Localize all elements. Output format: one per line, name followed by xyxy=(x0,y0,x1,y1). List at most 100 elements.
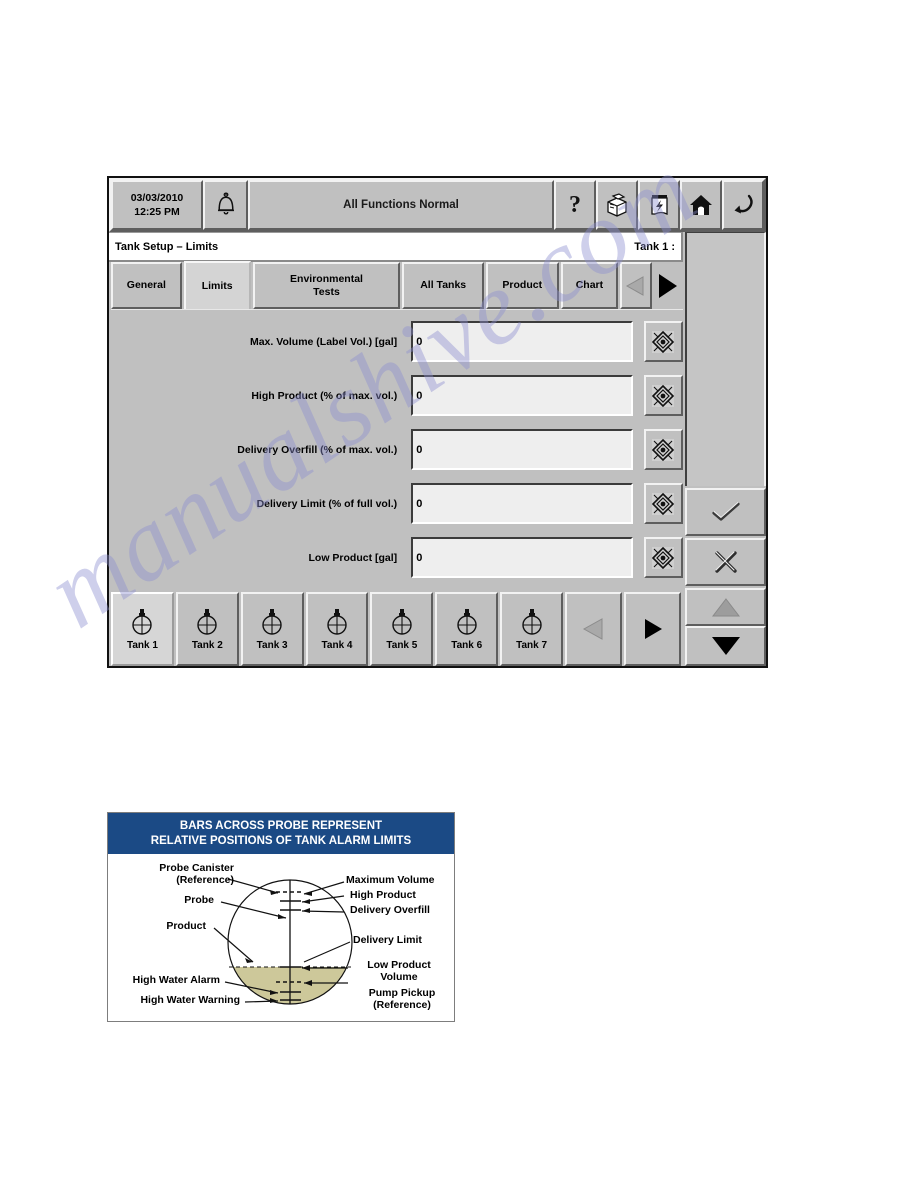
figure-label-low-product-volume-line2: Volume xyxy=(380,970,418,983)
figure-label-product: Product xyxy=(114,920,206,933)
figure-label-probe-canister-line1: Probe Canister xyxy=(159,862,234,874)
label-max-volume: Max. Volume (Label Vol.) [gal] xyxy=(249,335,398,348)
keypad-button-max-volume[interactable] xyxy=(643,321,683,362)
keypad-icon xyxy=(652,492,675,515)
figure-label-delivery-overfill: Delivery Overfill xyxy=(350,904,430,917)
tank-prev-button[interactable] xyxy=(565,592,622,666)
accept-button[interactable] xyxy=(685,488,766,536)
tank-icon xyxy=(197,608,217,635)
field-row-delivery-limit: Delivery Limit (% of full vol.) 0 xyxy=(111,481,683,526)
keypad-button-delivery-overfill[interactable] xyxy=(643,429,683,470)
tank-button-5-label: Tank 5 xyxy=(386,639,418,651)
figure-label-low-product-volume-line1: Low Product xyxy=(367,959,431,971)
help-button[interactable]: ? xyxy=(554,180,596,230)
date-text: 03/03/2010 xyxy=(130,191,184,204)
triangle-left-icon xyxy=(626,275,644,296)
page-title: Tank Setup – Limits xyxy=(115,240,219,253)
input-max-volume[interactable]: 0 xyxy=(411,321,633,362)
print-report-button[interactable] xyxy=(638,180,680,230)
label-delivery-overfill: Delivery Overfill (% of max. vol.) xyxy=(237,443,398,456)
tab-product-label: Product xyxy=(502,279,543,292)
tab-environmental-tests[interactable]: Environmental Tests xyxy=(252,262,401,309)
keypad-button-delivery-limit[interactable] xyxy=(643,483,683,524)
figure-label-probe-canister-line2: (Reference) xyxy=(176,873,234,886)
input-delivery-limit[interactable]: 0 xyxy=(411,483,633,524)
tank-button-6[interactable]: Tank 6 xyxy=(435,592,499,666)
keypad-button-low-product[interactable] xyxy=(643,537,683,578)
tank-icon xyxy=(521,608,542,635)
tab-limits[interactable]: Limits xyxy=(183,261,251,310)
tank-next-button[interactable] xyxy=(624,592,681,666)
tank-button-6-label: Tank 6 xyxy=(451,639,483,651)
scroll-down-button[interactable] xyxy=(685,626,766,666)
field-row-max-volume: Max. Volume (Label Vol.) [gal] 0 xyxy=(111,319,683,364)
figure-label-probe-canister: Probe Canister (Reference) xyxy=(114,862,234,887)
tank-button-3[interactable]: Tank 3 xyxy=(240,592,304,666)
cross-icon xyxy=(714,551,737,573)
input-high-product[interactable]: 0 xyxy=(411,375,633,416)
tank-button-3-label: Tank 3 xyxy=(256,639,288,651)
keypad-icon xyxy=(652,546,675,569)
print-report-icon xyxy=(651,195,668,216)
input-low-product[interactable]: 0 xyxy=(411,537,633,578)
tank-button-7-label: Tank 7 xyxy=(516,639,548,651)
console-status-bar: 03/03/2010 12:25 PM All Functions Normal… xyxy=(109,178,766,232)
keypad-icon xyxy=(652,330,675,353)
side-panel-blank-area xyxy=(685,232,766,486)
system-status-message: All Functions Normal xyxy=(248,180,554,230)
figure-body: Probe Canister (Reference) Probe Product… xyxy=(108,854,454,1021)
alarm-bell-button[interactable] xyxy=(203,180,248,230)
triangle-left-icon xyxy=(582,618,602,640)
bell-icon xyxy=(217,192,234,215)
figure-label-pump-pickup-line1: Pump Pickup xyxy=(368,987,436,999)
tank-icon xyxy=(132,608,153,635)
back-return-button[interactable] xyxy=(722,180,764,230)
figure-label-high-water-alarm: High Water Alarm xyxy=(110,974,220,987)
tab-env-label-line1: Environmental xyxy=(290,272,363,285)
tank-button-2[interactable]: Tank 2 xyxy=(175,592,239,666)
figure-label-high-water-alarm-line1: High Water Alarm xyxy=(132,974,220,986)
figure-label-high-product-line1: High Product xyxy=(350,889,416,901)
keypad-icon xyxy=(652,384,675,407)
tank-button-4[interactable]: Tank 4 xyxy=(305,592,369,666)
tank-icon xyxy=(392,608,412,635)
input-delivery-overfill[interactable]: 0 xyxy=(411,429,633,470)
tab-all-tanks[interactable]: All Tanks xyxy=(402,262,485,309)
help-icon: ? xyxy=(569,192,581,218)
tab-env-label-line2: Tests xyxy=(313,285,340,298)
tank-button-5[interactable]: Tank 5 xyxy=(370,592,434,666)
tank-button-1[interactable]: Tank 1 xyxy=(111,592,174,666)
tab-prev-button[interactable] xyxy=(620,262,652,309)
keypad-button-high-product[interactable] xyxy=(643,375,683,416)
field-row-delivery-overfill: Delivery Overfill (% of max. vol.) 0 xyxy=(111,427,683,472)
tank-icon xyxy=(327,608,347,635)
tab-product[interactable]: Product xyxy=(486,262,559,309)
figure-label-high-water-warning-line1: High Water Warning xyxy=(140,994,240,1006)
datetime-display: 03/03/2010 12:25 PM xyxy=(111,180,203,230)
home-button[interactable] xyxy=(680,180,722,230)
figure-label-probe: Probe xyxy=(114,894,214,907)
scroll-up-button[interactable] xyxy=(685,588,766,626)
figure-label-high-product: High Product xyxy=(350,889,416,902)
tank-console-device: 03/03/2010 12:25 PM All Functions Normal… xyxy=(107,176,768,668)
cancel-button[interactable] xyxy=(685,538,766,586)
tab-general[interactable]: General xyxy=(111,262,182,309)
tank-alarm-limits-figure: BARS ACROSS PROBE REPRESENT RELATIVE POS… xyxy=(107,812,455,1022)
triangle-right-icon xyxy=(645,619,663,639)
tank-button-7[interactable]: Tank 7 xyxy=(500,592,564,666)
figure-label-delivery-limit-line1: Delivery Limit xyxy=(353,934,422,946)
tank-identifier: Tank 1 : xyxy=(634,240,675,253)
triangle-down-icon xyxy=(711,637,740,655)
tab-chart[interactable]: Chart xyxy=(560,262,619,309)
triangle-right-icon xyxy=(659,273,678,298)
tank-icon xyxy=(457,608,477,635)
label-low-product: Low Product [gal] xyxy=(308,551,398,564)
figure-header-line2: RELATIVE POSITIONS OF TANK ALARM LIMITS xyxy=(150,834,412,847)
setup-box-icon xyxy=(607,193,627,217)
time-text: 12:25 PM xyxy=(134,206,180,218)
svg-text:?: ? xyxy=(569,192,581,218)
figure-label-delivery-limit: Delivery Limit xyxy=(353,934,422,947)
tab-next-button[interactable] xyxy=(652,262,683,309)
setup-box-button[interactable] xyxy=(596,180,638,230)
figure-header: BARS ACROSS PROBE REPRESENT RELATIVE POS… xyxy=(108,813,454,854)
